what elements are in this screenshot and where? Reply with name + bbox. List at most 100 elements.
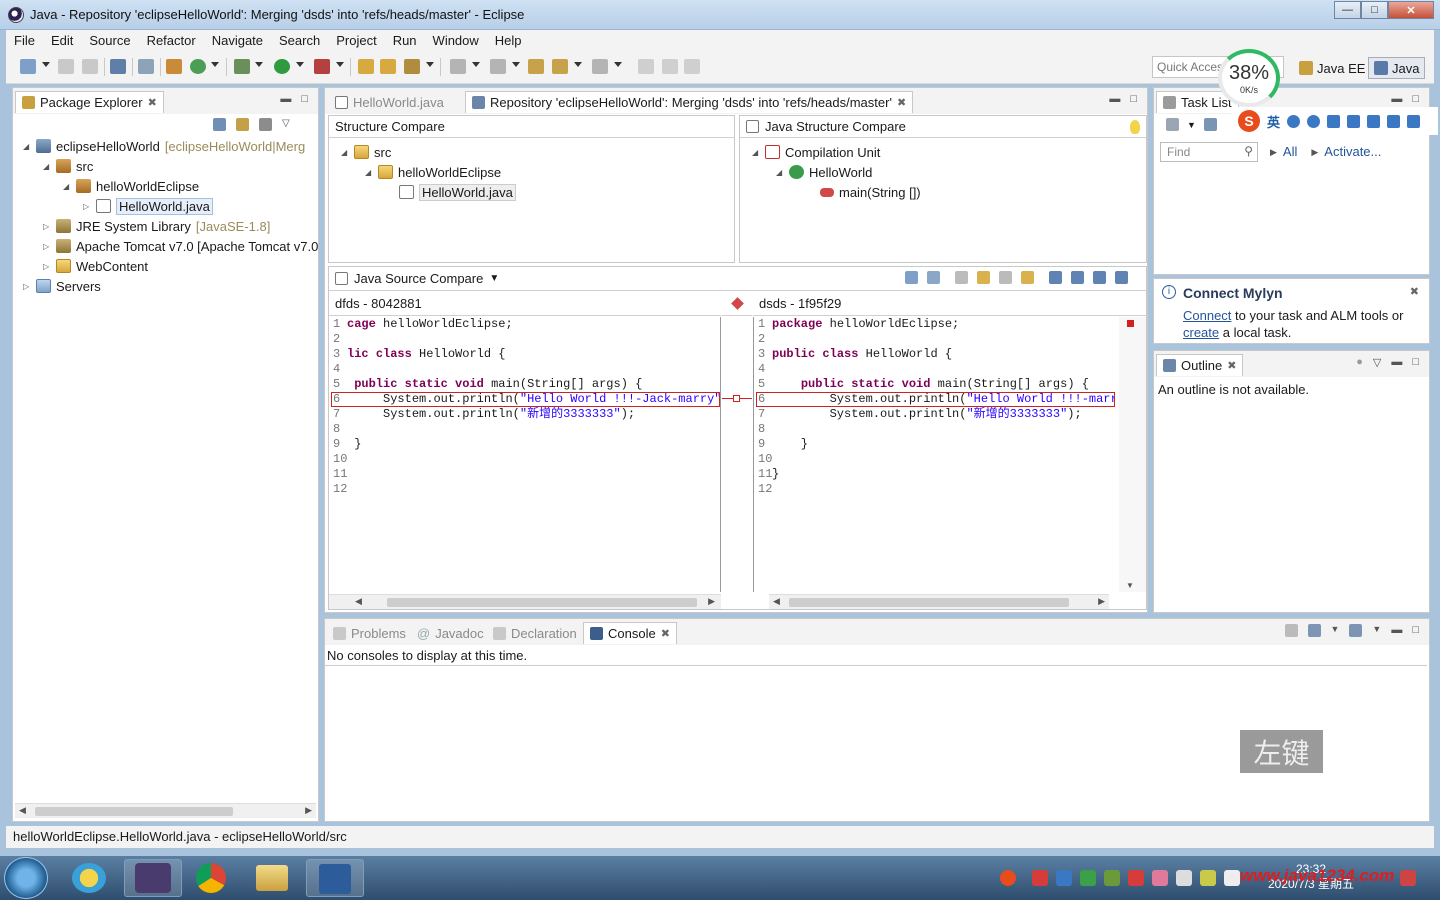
tree-item-webcontent[interactable]: ▷ WebContent	[43, 256, 148, 276]
collapsed-icon[interactable]: ▷	[43, 262, 51, 271]
close-icon[interactable]: ✖	[148, 96, 157, 109]
activate-link[interactable]: Activate...	[1324, 144, 1381, 159]
change-marker-icon[interactable]	[1127, 320, 1134, 327]
expanded-icon[interactable]: ◢	[23, 142, 31, 151]
source-compare-viewer-selector[interactable]: Java Source Compare	[354, 271, 483, 286]
vertical-scrollbar[interactable]: ▼	[1119, 317, 1146, 592]
previous-change-icon[interactable]	[1115, 271, 1128, 284]
right-horizontal-scrollbar[interactable]: ◀ ▶	[769, 594, 1109, 609]
menu-refactor[interactable]: Refactor	[139, 33, 204, 48]
tab-javadoc[interactable]: @ Javadoc	[411, 622, 490, 644]
toggle-ancestor-icon[interactable]	[905, 271, 918, 284]
refresh-dropdown-icon[interactable]	[211, 62, 219, 67]
open-console-icon[interactable]	[1284, 624, 1298, 637]
refresh-icon[interactable]	[190, 59, 206, 74]
tree-item-src[interactable]: ◢ src	[43, 156, 93, 176]
expanded-icon[interactable]: ◢	[365, 168, 373, 177]
toggle-icon[interactable]	[662, 59, 678, 74]
next-difference-icon[interactable]	[1049, 271, 1062, 284]
maximize-button[interactable]: □	[1361, 1, 1388, 19]
open-task-icon[interactable]	[380, 59, 396, 74]
collapsed-icon[interactable]: ▷	[43, 222, 51, 231]
ime-user-icon[interactable]	[1367, 114, 1381, 128]
tab-declaration[interactable]: Declaration	[487, 622, 583, 644]
skip-breakpoints-icon[interactable]	[138, 59, 154, 74]
back-icon[interactable]	[552, 59, 568, 74]
tab-console[interactable]: Console ✖	[583, 622, 677, 644]
minimize-view-icon[interactable]: ▬	[1391, 356, 1402, 369]
menu-file[interactable]: File	[6, 33, 43, 48]
open-type-icon[interactable]	[358, 59, 374, 74]
notification-icon[interactable]	[1400, 870, 1416, 886]
volume-icon[interactable]	[1224, 870, 1240, 886]
search-icon[interactable]	[404, 59, 420, 74]
ime-skin-icon[interactable]	[1387, 114, 1401, 128]
collapse-all-icon[interactable]	[213, 118, 226, 131]
display-console-icon[interactable]	[1307, 624, 1321, 637]
menu-help[interactable]: Help	[487, 33, 530, 48]
shield-icon[interactable]	[1080, 870, 1096, 886]
tab-problems[interactable]: Problems	[327, 622, 412, 644]
create-link[interactable]: create	[1183, 325, 1219, 340]
taskbar-explorer[interactable]	[244, 859, 302, 897]
ime-english-icon[interactable]: 英	[1267, 112, 1280, 131]
tree-item-project[interactable]: ◢ eclipseHelloWorld [eclipseHelloWorld|M…	[23, 136, 305, 156]
menu-run[interactable]: Run	[385, 33, 425, 48]
maximize-view-icon[interactable]: □	[1130, 93, 1137, 105]
new-java-project-icon[interactable]	[166, 59, 182, 74]
all-link[interactable]: All	[1283, 144, 1297, 159]
tree-item-servers[interactable]: ▷ Servers	[23, 276, 101, 296]
horizontal-scrollbar[interactable]: ◀ ▶	[15, 803, 316, 818]
expanded-icon[interactable]: ◢	[341, 148, 349, 157]
ignore-whitespace-icon[interactable]	[927, 271, 940, 284]
menu-search[interactable]: Search	[271, 33, 328, 48]
network-icon[interactable]	[1176, 870, 1192, 886]
expanded-icon[interactable]: ◢	[43, 162, 51, 171]
new-task-icon[interactable]	[1166, 118, 1179, 131]
terminal-icon[interactable]	[110, 59, 126, 74]
categorized-icon[interactable]	[1203, 118, 1217, 131]
pin-icon[interactable]	[638, 59, 654, 74]
close-icon[interactable]: ✖	[1410, 285, 1419, 298]
menu-project[interactable]: Project	[328, 33, 384, 48]
tray-icon[interactable]	[1032, 870, 1048, 886]
next-change-icon[interactable]	[1093, 271, 1106, 284]
external-tools-dropdown-icon[interactable]	[336, 62, 344, 67]
next-annotation-icon[interactable]	[450, 59, 466, 74]
minimize-view-icon[interactable]: ▬	[1109, 93, 1120, 105]
tray-icon[interactable]	[1200, 870, 1216, 886]
minimize-view-icon[interactable]: ▬	[280, 93, 291, 105]
link-with-editor-icon[interactable]	[236, 118, 249, 131]
copy-all-left-to-right-icon[interactable]	[955, 271, 968, 284]
menu-window[interactable]: Window	[425, 33, 487, 48]
compare-tree-class[interactable]: ◢ HelloWorld	[776, 162, 872, 182]
taskbar-chrome[interactable]	[184, 859, 242, 897]
start-button[interactable]	[4, 857, 48, 899]
display-console-dropdown-icon[interactable]: ▼	[1331, 624, 1340, 637]
compare-tree-compilation-unit[interactable]: ◢ Compilation Unit	[752, 142, 880, 162]
debug-icon[interactable]	[234, 59, 250, 74]
previous-annotation-dropdown-icon[interactable]	[512, 62, 520, 67]
minimize-view-icon[interactable]: ▬	[1391, 624, 1402, 637]
back-dropdown-icon[interactable]	[574, 62, 582, 67]
menu-source[interactable]: Source	[81, 33, 138, 48]
sogou-tray-icon[interactable]	[1000, 870, 1016, 886]
copy-change-right-to-left-icon[interactable]	[1021, 271, 1034, 284]
maximize-view-icon[interactable]: □	[1412, 356, 1419, 369]
collapsed-icon[interactable]: ▷	[43, 242, 51, 251]
minimize-button[interactable]: —	[1334, 1, 1361, 19]
new-icon[interactable]	[20, 59, 36, 74]
previous-annotation-icon[interactable]	[490, 59, 506, 74]
new-console-dropdown-icon[interactable]: ▼	[1372, 624, 1381, 637]
compare-tree-file[interactable]: HelloWorld.java	[399, 182, 516, 202]
ime-keyboard-icon[interactable]	[1347, 114, 1361, 128]
task-find-input[interactable]: Find ⚲	[1160, 142, 1258, 162]
tab-merge-editor[interactable]: Repository 'eclipseHelloWorld': Merging …	[465, 91, 914, 113]
tray-icon[interactable]	[1104, 870, 1120, 886]
ime-emoji-icon[interactable]	[1307, 114, 1321, 128]
expanded-icon[interactable]: ◢	[63, 182, 71, 191]
tree-item-jre[interactable]: ▷ JRE System Library [JavaSE-1.8]	[43, 216, 270, 236]
maximize-view-icon[interactable]: □	[1412, 93, 1419, 105]
tree-item-java-file[interactable]: ▷ HelloWorld.java	[83, 196, 213, 216]
toggle-mark-icon[interactable]	[684, 59, 700, 74]
